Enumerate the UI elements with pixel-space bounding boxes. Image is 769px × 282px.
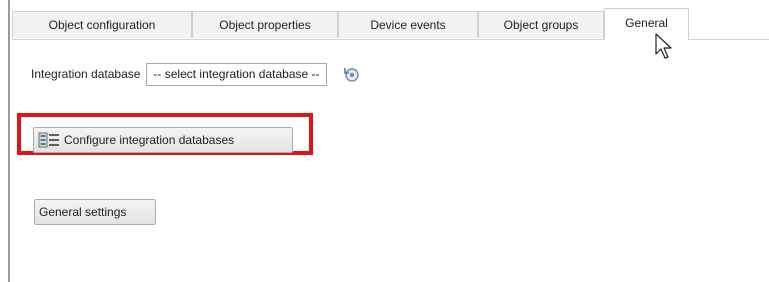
tab-object-groups[interactable]: Object groups [478, 11, 604, 38]
general-settings-button[interactable]: General settings [34, 199, 156, 225]
database-list-icon [38, 132, 59, 148]
integration-database-select[interactable]: -- select integration database -- [146, 62, 327, 86]
configure-integration-databases-button[interactable]: Configure integration databases [33, 127, 293, 153]
configure-integration-databases-label: Configure integration databases [64, 133, 235, 147]
tab-device-events[interactable]: Device events [338, 11, 478, 38]
refresh-icon[interactable] [341, 64, 361, 84]
integration-database-row: Integration database -- select integrati… [31, 61, 361, 87]
tab-object-properties[interactable]: Object properties [192, 11, 338, 38]
mouse-cursor-icon [655, 33, 672, 59]
general-settings-label: General settings [39, 205, 127, 219]
left-panel-border [8, 0, 10, 282]
tab-general[interactable]: General [604, 8, 689, 40]
tab-object-configuration[interactable]: Object configuration [12, 11, 192, 38]
integration-database-label: Integration database [31, 67, 141, 81]
integration-database-select-value: -- select integration database -- [153, 67, 320, 81]
